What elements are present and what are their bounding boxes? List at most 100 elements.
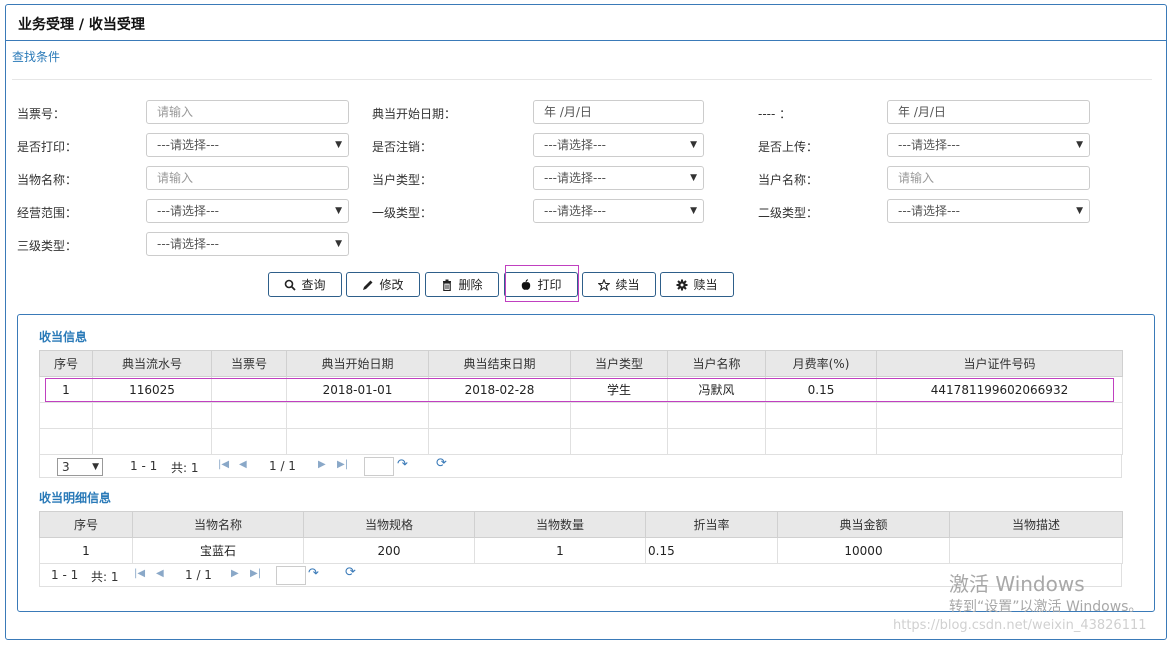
customer-name-label: 当户名称： <box>758 173 819 187</box>
table-cell <box>949 537 1123 564</box>
column-header[interactable]: 当户证件号码 <box>876 350 1123 377</box>
uploaded-select-value: ---请选择--- <box>898 138 960 152</box>
pencil-icon <box>363 280 373 290</box>
blog-url-watermark: https://blog.csdn.net/weixin_43826111 <box>893 618 1147 633</box>
start-date-input[interactable]: 年 /月/日 <box>533 100 704 124</box>
printed-label: 是否打印： <box>17 140 78 154</box>
column-header[interactable]: 典当流水号 <box>92 350 212 377</box>
go-page-icon[interactable]: ↷ <box>397 457 408 472</box>
table-cell: 0.15 <box>645 537 778 564</box>
customer-name-input[interactable]: 请输入 <box>887 166 1090 190</box>
refresh-icon[interactable]: ⟳ <box>436 456 447 471</box>
search-section-toggle[interactable]: 查找条件 <box>12 48 60 65</box>
empty-table-row <box>39 428 1123 455</box>
column-header[interactable]: 当物描述 <box>949 511 1123 538</box>
last-page-icon[interactable]: ▶| <box>337 459 348 470</box>
chevron-down-icon: ▼ <box>690 206 697 216</box>
next-page-icon[interactable]: ▶ <box>231 568 239 579</box>
chevron-down-icon: ▼ <box>92 462 99 472</box>
column-header[interactable]: 典当金额 <box>777 511 950 538</box>
table-row[interactable]: 1 宝蓝石 200 1 0.15 10000 <box>39 537 1123 564</box>
pawn-info-table: 序号 典当流水号 当票号 典当开始日期 典当结束日期 当户类型 当户名称 月费率… <box>39 350 1123 455</box>
last-page-icon[interactable]: ▶| <box>250 568 261 579</box>
activation-watermark-title: 激活 Windows <box>949 572 1085 596</box>
table-cell: 宝蓝石 <box>132 537 304 564</box>
prev-page-icon[interactable]: ◀ <box>156 568 164 579</box>
page-number-input[interactable] <box>364 457 394 476</box>
table-cell: 200 <box>303 537 475 564</box>
column-header[interactable]: 折当率 <box>645 511 778 538</box>
pager-range: 1 - 1 <box>51 568 79 582</box>
scope-select-value: ---请选择--- <box>157 204 219 218</box>
column-header[interactable]: 月费率(%) <box>765 350 877 377</box>
chevron-down-icon: ▼ <box>690 173 697 183</box>
detail-info-table: 序号 当物名称 当物规格 当物数量 折当率 典当金额 当物描述 1 宝蓝石 20… <box>39 511 1123 564</box>
trash-icon <box>443 279 452 291</box>
edit-button[interactable]: 修改 <box>346 272 420 297</box>
chevron-down-icon: ▼ <box>335 239 342 249</box>
printed-select[interactable]: ---请选择--- ▼ <box>146 133 349 157</box>
level2-select-value: ---请选择--- <box>898 204 960 218</box>
star-icon <box>598 278 611 291</box>
first-page-icon[interactable]: |◀ <box>134 568 145 579</box>
chevron-down-icon: ▼ <box>1076 206 1083 216</box>
column-header[interactable]: 当物数量 <box>474 511 646 538</box>
column-header[interactable]: 典当开始日期 <box>286 350 429 377</box>
level3-select[interactable]: ---请选择--- ▼ <box>146 232 349 256</box>
prev-page-icon[interactable]: ◀ <box>239 459 247 470</box>
level3-select-value: ---请选择--- <box>157 237 219 251</box>
column-header[interactable]: 当户名称 <box>667 350 766 377</box>
level2-select[interactable]: ---请选择--- ▼ <box>887 199 1090 223</box>
table-header-row: 序号 典当流水号 当票号 典当开始日期 典当结束日期 当户类型 当户名称 月费率… <box>39 350 1123 377</box>
item-name-label: 当物名称： <box>17 173 78 187</box>
uploaded-select[interactable]: ---请选择--- ▼ <box>887 133 1090 157</box>
item-name-input[interactable]: 请输入 <box>146 166 349 190</box>
scope-label: 经营范围： <box>17 206 78 220</box>
refresh-icon[interactable]: ⟳ <box>345 565 356 580</box>
chevron-down-icon: ▼ <box>335 140 342 150</box>
first-page-icon[interactable]: |◀ <box>218 459 229 470</box>
customer-type-select[interactable]: ---请选择--- ▼ <box>533 166 704 190</box>
column-header[interactable]: 当票号 <box>211 350 287 377</box>
next-page-icon[interactable]: ▶ <box>318 459 326 470</box>
table-cell: 1 <box>39 537 133 564</box>
page-number-input[interactable] <box>276 566 306 585</box>
start-date-label: 典当开始日期： <box>372 107 457 121</box>
column-header[interactable]: 序号 <box>39 511 133 538</box>
renew-button[interactable]: 续当 <box>582 272 656 297</box>
column-header[interactable]: 当物名称 <box>132 511 304 538</box>
table-cell: 10000 <box>777 537 950 564</box>
redeem-button[interactable]: 赎当 <box>660 272 734 297</box>
column-header[interactable]: 当物规格 <box>303 511 475 538</box>
level1-select-value: ---请选择--- <box>544 204 606 218</box>
customer-type-label: 当户类型： <box>372 173 433 187</box>
chevron-down-icon: ▼ <box>690 140 697 150</box>
level1-select[interactable]: ---请选择--- ▼ <box>533 199 704 223</box>
cancelled-select[interactable]: ---请选择--- ▼ <box>533 133 704 157</box>
edit-button-label: 修改 <box>379 278 404 292</box>
query-button-label: 查询 <box>301 278 326 292</box>
print-button-highlight <box>505 265 579 302</box>
customer-type-select-value: ---请选择--- <box>544 171 606 185</box>
activation-watermark-subtitle: 转到“设置”以激活 Windows。 <box>949 599 1143 615</box>
column-header[interactable]: 典当结束日期 <box>428 350 571 377</box>
level2-label: 二级类型： <box>758 206 819 220</box>
pager-total: 共: 1 <box>91 570 119 584</box>
pager-page: 1 / 1 <box>185 568 212 582</box>
renew-button-label: 续当 <box>615 278 640 292</box>
empty-table-row <box>39 402 1123 429</box>
page-size-select[interactable]: 3 ▼ <box>57 458 103 476</box>
pawn-info-title: 收当信息 <box>39 330 88 344</box>
column-header[interactable]: 当户类型 <box>570 350 668 377</box>
go-page-icon[interactable]: ↷ <box>308 566 319 581</box>
delete-button[interactable]: 删除 <box>425 272 499 297</box>
end-date-input[interactable]: 年 /月/日 <box>887 100 1090 124</box>
detail-info-title: 收当明细信息 <box>39 491 112 505</box>
page-title: 业务受理 / 收当受理 <box>18 17 145 33</box>
redeem-button-label: 赎当 <box>693 278 718 292</box>
ticket-no-input[interactable]: 请输入 <box>146 100 349 124</box>
uploaded-label: 是否上传： <box>758 140 819 154</box>
column-header[interactable]: 序号 <box>39 350 93 377</box>
query-button[interactable]: 查询 <box>268 272 342 297</box>
scope-select[interactable]: ---请选择--- ▼ <box>146 199 349 223</box>
